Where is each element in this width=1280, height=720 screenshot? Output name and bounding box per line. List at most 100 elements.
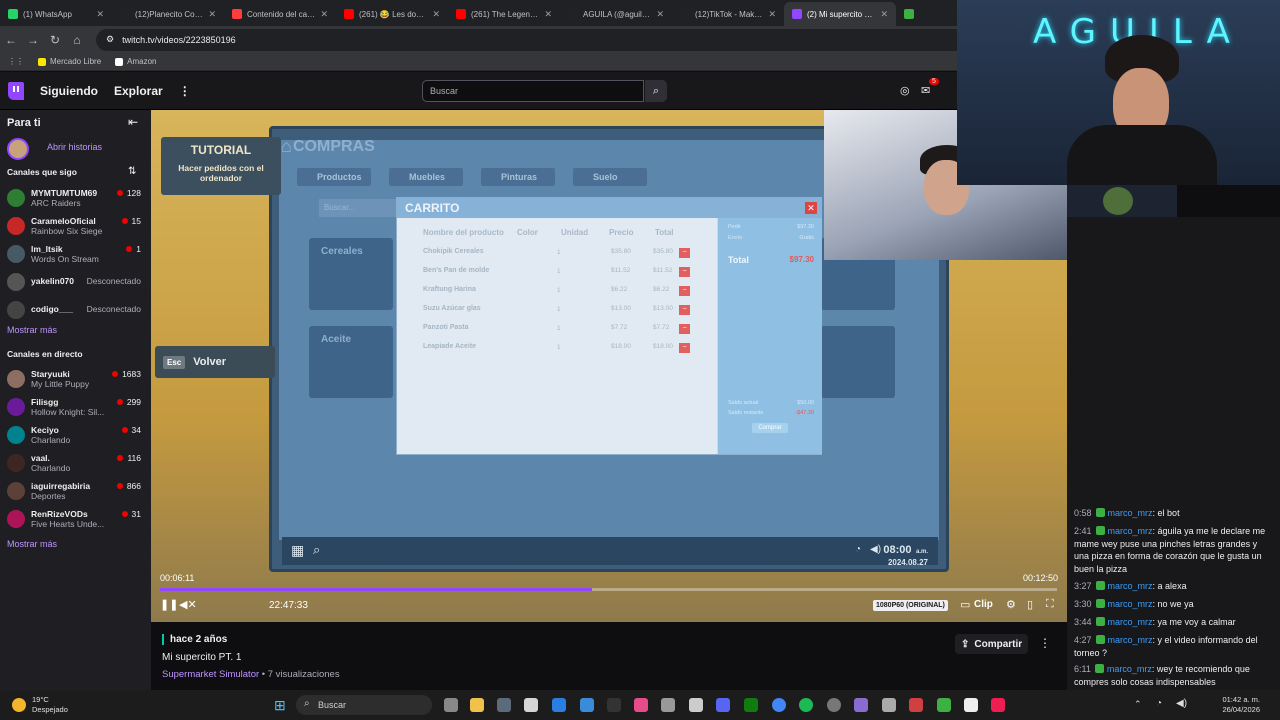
stories-avatar[interactable] [7, 138, 29, 160]
live-channel-item[interactable]: RenRizeVODs Five Hearts Unde... 31 [7, 507, 147, 531]
obs-icon[interactable] [661, 698, 675, 712]
video-player[interactable]: TUTORIAL Hacer pedidos con el ordenador … [151, 110, 1067, 622]
browser-tab[interactable]: (261) 😂 Les doy DI ✕ [336, 2, 448, 26]
tray-volume-icon[interactable]: ◀) [1176, 698, 1187, 709]
xbox-icon[interactable] [744, 698, 758, 712]
browse-link[interactable]: Explorar [114, 84, 163, 98]
windows-search[interactable]: Buscar [296, 695, 432, 715]
browser-tab[interactable]: (12)TikTok - Make Yo ✕ [672, 2, 784, 26]
apps-icon[interactable]: ⋮⋮ [8, 57, 24, 66]
site-info-icon[interactable]: ⚙ [106, 34, 114, 45]
pause-icon[interactable]: ❚❚ [160, 598, 178, 611]
tab-close-icon[interactable]: ✕ [544, 9, 552, 20]
followed-channel-item[interactable]: lm_ltsik Words On Stream 1 [7, 242, 147, 266]
collapse-sidebar-icon[interactable]: ⇤ [128, 115, 138, 129]
more-menu-icon[interactable]: ⋮ [179, 84, 191, 98]
twitch-logo-icon[interactable] [8, 81, 24, 100]
search-input[interactable]: Buscar [422, 80, 644, 102]
app-icon[interactable] [827, 698, 841, 712]
chrome-icon[interactable] [772, 698, 786, 712]
spotify-icon[interactable] [799, 698, 813, 712]
bookmark-amazon[interactable]: Amazon [115, 57, 157, 66]
mixer-icon[interactable] [882, 698, 896, 712]
tf-icon[interactable] [909, 698, 923, 712]
tab-close-icon[interactable]: ✕ [880, 9, 888, 20]
settings-icon[interactable]: ⚙ [1006, 598, 1016, 611]
chat-username[interactable]: marco_mrz [1108, 617, 1153, 627]
quality-badge[interactable]: 1080P60 (ORIGINAL) [873, 600, 948, 611]
following-link[interactable]: Siguiendo [40, 84, 98, 98]
open-stories-link[interactable]: Abrir historias [47, 142, 102, 152]
app2-icon[interactable] [854, 698, 868, 712]
clip-icon[interactable]: ▭ [960, 598, 970, 611]
followed-channel-item[interactable]: CarameloOficial Rainbow Six Siege 15 [7, 214, 147, 238]
browser-tab[interactable]: (1) WhatsApp ✕ [0, 2, 112, 26]
chat-username[interactable]: marco_mrz [1108, 599, 1153, 609]
whatsapp-icon[interactable] [937, 698, 951, 712]
home-icon[interactable]: ⌂ [66, 33, 88, 47]
chat-username[interactable]: marco_mrz [1108, 508, 1153, 518]
browser-tab[interactable]: AGUILA (@aguila72 ✕ [560, 2, 672, 26]
theatre-mode-icon[interactable]: ▯ [1027, 598, 1033, 611]
forward-icon[interactable]: → [22, 33, 44, 47]
game-link[interactable]: Supermarket Simulator [162, 669, 259, 680]
show-more-live[interactable]: Mostrar más [7, 539, 57, 549]
notes-icon[interactable] [580, 698, 594, 712]
browser-tab[interactable]: (12)Planecito Cool :3 ✕ [112, 2, 224, 26]
chat-username[interactable]: marco_mrz [1107, 664, 1152, 674]
clip-button[interactable]: Clip [974, 599, 993, 610]
followed-channel-item[interactable]: codigo___ Desconectado [7, 298, 147, 322]
mute-icon[interactable]: ◀✕ [179, 598, 197, 611]
tab-close-icon[interactable]: ✕ [656, 9, 664, 20]
reload-icon[interactable]: ↻ [44, 33, 66, 47]
browser-tab[interactable]: (2) Mi supercito PT. ✕ [784, 2, 896, 26]
browser-tab[interactable]: (261) The Legend Of ✕ [448, 2, 560, 26]
live-channel-item[interactable]: Filisgg Hollow Knight: Sil... 299 [7, 395, 147, 419]
bookmark-mercado-libre[interactable]: Mercado Libre [38, 57, 101, 66]
prime-icon[interactable]: ◎ [900, 84, 910, 97]
photos-icon[interactable] [634, 698, 648, 712]
live-channel-item[interactable]: Keciyo Charlando 34 [7, 423, 147, 447]
tab-close-icon[interactable]: ✕ [208, 9, 216, 20]
live-channel-item[interactable]: vaal. Charlando 116 [7, 451, 147, 475]
capture-icon[interactable] [689, 698, 703, 712]
discord-icon[interactable] [716, 698, 730, 712]
tray-chevron-icon[interactable]: ⌃ [1134, 699, 1142, 710]
live-channel-item[interactable]: Staryuuki My Little Puppy 1683 [7, 367, 147, 391]
back-icon[interactable]: ← [0, 33, 22, 47]
next-app-icon[interactable] [607, 698, 621, 712]
capcut-icon[interactable] [964, 698, 978, 712]
settings-app-icon[interactable] [497, 698, 511, 712]
seek-bar[interactable] [160, 588, 1057, 591]
task-view-icon[interactable] [444, 698, 458, 712]
system-clock[interactable]: 01:42 a. m. 26/04/2026 [1222, 695, 1260, 715]
viewer-count-value: 1683 [122, 369, 141, 379]
chat-username[interactable]: marco_mrz [1108, 635, 1153, 645]
tray-wifi-icon[interactable]: ◔ [1156, 698, 1162, 709]
fullscreen-icon[interactable]: ⛶ [1046, 598, 1054, 611]
show-more-followed[interactable]: Mostrar más [7, 325, 57, 335]
tab-close-icon[interactable]: ✕ [432, 9, 440, 20]
tab-close-icon[interactable]: ✕ [96, 9, 104, 20]
file-explorer-icon[interactable] [470, 698, 484, 712]
tiktok-icon[interactable] [991, 698, 1005, 712]
weather-widget[interactable]: 19°C Despejado [12, 695, 68, 715]
tab-close-icon[interactable]: ✕ [320, 9, 328, 20]
store-icon[interactable] [524, 698, 538, 712]
share-button[interactable]: ⇪ Compartir [955, 634, 1029, 654]
outlook-icon[interactable] [552, 698, 566, 712]
notifications-icon[interactable]: ✉ [921, 84, 930, 97]
followed-channel-item[interactable]: yakelin070 Desconectado [7, 270, 147, 294]
browser-tab[interactable]: Str [896, 2, 926, 26]
followed-channel-item[interactable]: MYMTUMTUM69 ARC Raiders 128 [7, 186, 147, 210]
browser-tab[interactable]: Contenido del canal ✕ [224, 2, 336, 26]
windows-start-icon[interactable]: ⊞ [274, 697, 286, 714]
live-channel-item[interactable]: iaguirregabiria Deportes 866 [7, 479, 147, 503]
chat-username[interactable]: marco_mrz [1108, 581, 1153, 591]
address-bar[interactable]: ⚙ twitch.tv/videos/2223850196 [96, 28, 996, 51]
sort-icon[interactable]: ⇅ [128, 166, 136, 177]
more-options-icon[interactable]: ⋮ [1039, 636, 1051, 650]
search-button[interactable]: ⌕ [645, 80, 667, 102]
tab-close-icon[interactable]: ✕ [768, 9, 776, 20]
chat-username[interactable]: marco_mrz [1108, 526, 1153, 536]
